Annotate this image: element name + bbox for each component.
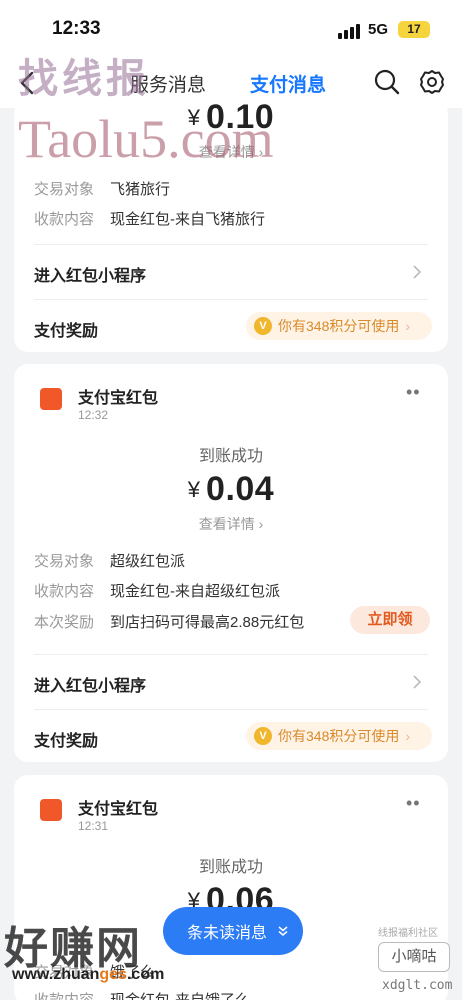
field-counterparty: 交易对象 超级红包派 (34, 553, 186, 570)
divider (34, 299, 428, 300)
claim-button[interactable]: 立即领 (350, 606, 430, 634)
watermark-badge: 小嘀咕 (378, 942, 450, 972)
divider (34, 654, 428, 655)
watermark-url: Taolu5.com (18, 109, 274, 169)
field-counterparty: 交易对象 飞猪旅行 (34, 181, 171, 198)
amount: ¥0.04 (187, 470, 275, 508)
search-icon[interactable] (373, 68, 401, 96)
points-text: 你有348积分可使用 (278, 728, 400, 744)
status-text: 到账成功 (198, 448, 263, 465)
watermark-url: xdglt.com (382, 978, 453, 993)
view-details-link[interactable]: 查看详情 › (14, 514, 448, 534)
unread-messages-button[interactable]: 条未读消息 (163, 907, 303, 955)
payment-reward-title: 支付奖励 (34, 733, 99, 750)
divider (34, 709, 428, 710)
enter-mini-program[interactable]: 进入红包小程序 (34, 262, 146, 286)
watermark-url: www.zhuanges.com (12, 966, 165, 983)
red-packet-icon (40, 388, 62, 410)
app-name: 支付宝红包 (78, 801, 159, 818)
app-name: 支付宝红包 (78, 390, 159, 407)
chevron-right-icon (413, 265, 422, 279)
more-icon[interactable]: •• (406, 793, 421, 814)
message-time: 12:31 (78, 819, 109, 833)
red-packet-icon (40, 799, 62, 821)
divider (34, 244, 428, 245)
chevron-right-icon (413, 675, 422, 689)
more-icon[interactable]: •• (406, 382, 421, 403)
field-content: 收款内容 现金红包-来自超级红包派 (34, 583, 280, 600)
points-pill[interactable]: V 你有348积分可使用 › (246, 312, 432, 340)
battery-icon: 17 (398, 21, 430, 38)
unread-label: 条未读消息 (187, 925, 268, 942)
status-time: 12:33 (52, 18, 101, 39)
field-content: 收款内容 现金红包-来自飞猪旅行 (34, 211, 265, 228)
double-chevron-down-icon (278, 926, 288, 936)
points-text: 你有348积分可使用 (278, 318, 400, 334)
watermark-text: 找线报 (18, 56, 150, 102)
watermark-small: 线报福利社区 (378, 928, 438, 939)
points-pill[interactable]: V 你有348积分可使用 › (246, 722, 432, 750)
message-time: 12:32 (78, 408, 109, 422)
payment-card: 支付宝红包 12:32 •• 到账成功 ¥0.04 查看详情 › 交易对象 超级红… (14, 364, 448, 762)
tab-payment-messages[interactable]: 支付消息 (250, 70, 326, 97)
field-reward: 本次奖励 到店扫码可得最高2.88元红包 (34, 614, 305, 631)
field-content: 收款内容现金红包-来自饿了么 (34, 989, 250, 1000)
coin-icon: V (254, 727, 272, 745)
enter-mini-program[interactable]: 进入红包小程序 (34, 672, 146, 696)
signal-icon (338, 24, 360, 39)
status-text: 到账成功 (198, 859, 263, 876)
coin-icon: V (254, 317, 272, 335)
settings-icon[interactable] (418, 68, 446, 96)
network-type: 5G (368, 21, 389, 38)
payment-reward-title: 支付奖励 (34, 323, 99, 340)
